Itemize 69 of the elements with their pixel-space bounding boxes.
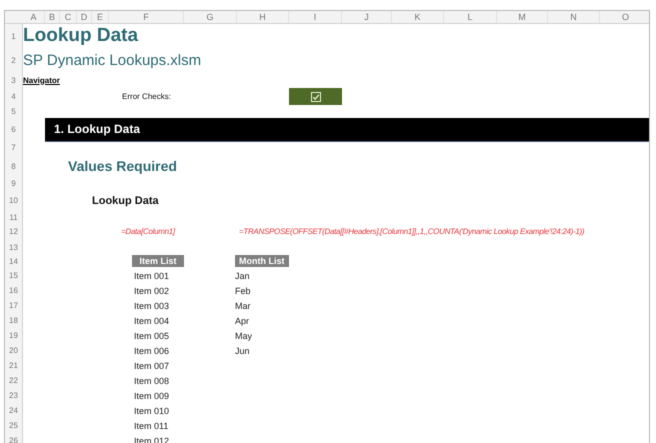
formula-text: =TRANSPOSE(OFFSET(Data[[#Headers],[Column1]],,1,,COUNTA('Dynamic Lookup Example'!24:24)-1)) — [238, 227, 586, 236]
row-header[interactable]: 5 — [5, 105, 23, 118]
table-cell: May — [235, 330, 252, 340]
column-header[interactable]: D — [77, 11, 92, 23]
row-header[interactable]: 18 — [5, 313, 23, 328]
column-header[interactable]: B — [45, 11, 60, 23]
row-header[interactable]: 7 — [5, 141, 23, 154]
column-header[interactable]: N — [548, 11, 600, 23]
table-cell: Item 002 — [134, 286, 170, 296]
row-header[interactable]: 16 — [5, 283, 23, 298]
column-header[interactable]: A — [23, 11, 45, 23]
row-header[interactable]: 21 — [5, 358, 23, 373]
table-cell: Item 001 — [134, 270, 170, 280]
row-header[interactable]: 9 — [5, 178, 23, 189]
row-header[interactable]: 10 — [5, 189, 23, 212]
column-header[interactable]: F — [109, 11, 184, 23]
workbook-name: SP Dynamic Lookups.xlsm — [23, 52, 202, 68]
table-heading: Lookup Data — [92, 194, 160, 206]
row-header[interactable]: 14 — [5, 254, 23, 268]
row-header[interactable]: 2 — [5, 48, 23, 72]
error-checks-label: Error Checks: — [122, 92, 171, 101]
row-header[interactable]: 8 — [5, 154, 23, 178]
table-cell: Item 005 — [134, 330, 170, 340]
table-cell: Item 006 — [134, 346, 170, 356]
row-header[interactable]: 6 — [5, 118, 23, 141]
row-header[interactable]: 12 — [5, 223, 23, 240]
table-cell: Item 011 — [134, 420, 168, 430]
column-header[interactable]: G — [184, 11, 237, 23]
row-header[interactable]: 19 — [5, 328, 23, 343]
column-header[interactable]: L — [444, 11, 497, 23]
row-header[interactable]: 4 — [5, 88, 23, 105]
row-header[interactable]: 24 — [5, 403, 23, 418]
column-header[interactable]: I — [289, 11, 342, 23]
table-cell: Feb — [235, 286, 251, 296]
row-header[interactable]: 13 — [5, 240, 23, 254]
column-header[interactable]: J — [342, 11, 392, 23]
column-header[interactable]: K — [392, 11, 444, 23]
row-header[interactable]: 20 — [5, 343, 23, 358]
row-header[interactable]: 25 — [5, 418, 23, 433]
row-header[interactable]: 1 — [5, 24, 23, 48]
table-cell: Item 004 — [134, 316, 170, 326]
table-cell: Apr — [235, 316, 250, 326]
column-header[interactable]: E — [92, 11, 109, 23]
row-header[interactable]: 26 — [5, 433, 23, 443]
row-header[interactable]: 22 — [5, 373, 23, 388]
column-header[interactable]: H — [237, 11, 289, 23]
table-cell: Item 007 — [134, 360, 170, 370]
formula-text: =Data[Column1] — [120, 227, 176, 236]
row-header[interactable]: 15 — [5, 268, 23, 283]
navigator-link[interactable]: Navigator — [23, 76, 60, 84]
table-cell: Jan — [235, 270, 250, 280]
table-cell: Item 010 — [134, 406, 170, 416]
column-header[interactable]: C — [60, 11, 77, 23]
table-cell: Mar — [235, 300, 250, 310]
section-subtitle: Values Required — [67, 158, 178, 174]
row-header[interactable]: 17 — [5, 298, 23, 313]
sheet-title: Lookup Data — [23, 25, 140, 47]
table-cell: Jun — [235, 346, 250, 356]
row-header[interactable]: 23 — [5, 388, 23, 403]
table-cell: Item 008 — [134, 376, 170, 386]
row-header[interactable]: 3 — [5, 72, 23, 88]
row-header[interactable]: 11 — [5, 212, 23, 223]
section-title: 1. Lookup Data — [53, 122, 140, 136]
list-header: Item List — [132, 255, 184, 267]
column-header[interactable]: M — [497, 11, 548, 23]
table-cell: Item 003 — [134, 300, 170, 310]
column-header[interactable]: O — [600, 11, 649, 23]
list-header: Month List — [235, 255, 288, 267]
table-cell: Item 009 — [134, 390, 170, 400]
